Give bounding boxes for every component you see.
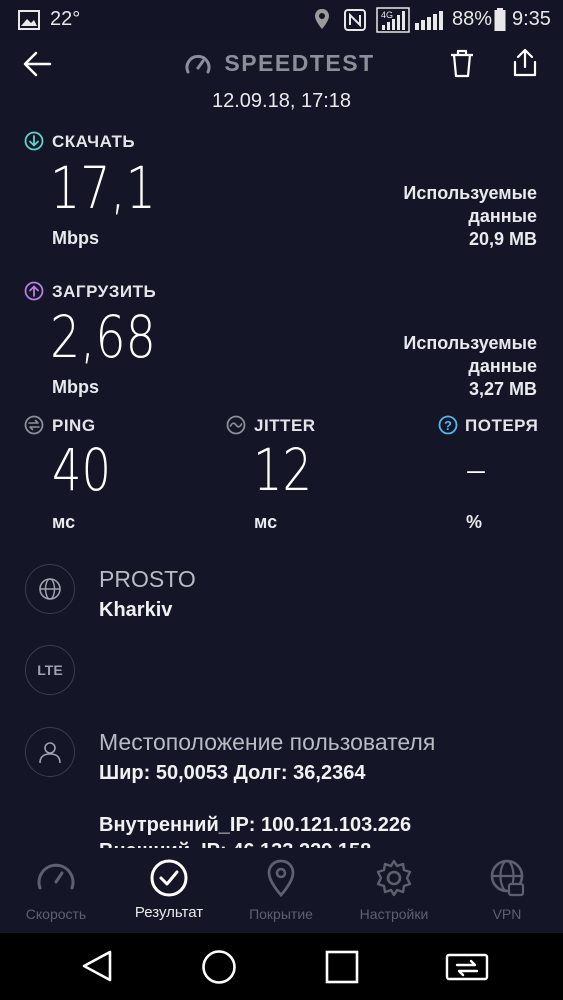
tab-speed[interactable]: Скорость (0, 848, 112, 933)
battery-icon (494, 8, 506, 31)
ping-unit: мс (52, 512, 76, 532)
download-icon (24, 131, 44, 151)
test-datetime: 12.09.18, 17:18 (211, 90, 351, 112)
globe-icon (39, 578, 61, 600)
external-ip-clip: Внешний_IP: 46.133.229.158 (99, 836, 519, 848)
tab-coverage-label: Покрытие (249, 906, 313, 922)
globe-lock-icon (490, 859, 525, 897)
provider-city: Kharkiv (99, 599, 173, 621)
tab-coverage[interactable]: Покрытие (225, 848, 337, 933)
location-coords: Шир: 50,0053 Долг: 36,2364 (99, 762, 366, 784)
jitter-label: JITTER (254, 416, 316, 435)
clock-text: 9:35 (512, 8, 551, 30)
location-icon (315, 9, 329, 29)
ping-value: 40 (52, 436, 112, 504)
nav-back-icon[interactable] (80, 949, 114, 983)
download-label: СКАЧАТЬ (52, 132, 136, 151)
temperature-text: 22° (50, 8, 81, 30)
gauge-icon (37, 863, 75, 890)
connection-type-badge: LTE (25, 645, 75, 695)
gallery-icon (18, 10, 40, 30)
nfc-icon (344, 9, 366, 31)
download-used-data: Используемые данные 20,9 MB (403, 182, 537, 251)
upload-icon (24, 281, 44, 301)
loss-unit: % (466, 512, 483, 532)
signal-icon (415, 11, 443, 30)
user-icon (39, 742, 61, 764)
tab-vpn[interactable]: VPN (451, 848, 563, 933)
battery-percent: 88% (452, 8, 493, 30)
download-used-value: 20,9 MB (468, 229, 537, 249)
connection-type-text: LTE (37, 662, 63, 678)
upload-label: ЗАГРУЗИТЬ (52, 282, 157, 301)
user-location-badge (25, 727, 75, 777)
upload-used-value: 3,27 MB (468, 379, 537, 399)
jitter-unit: мс (254, 512, 278, 532)
provider-globe-badge (25, 564, 75, 614)
trash-icon[interactable] (449, 49, 475, 79)
system-nav-bar (0, 933, 563, 1000)
app-title: SPEEDTEST (224, 50, 375, 76)
loss-value: – (465, 444, 487, 495)
tab-settings-label: Настройки (359, 906, 429, 922)
upload-value: 2,68 (50, 303, 156, 371)
tab-settings[interactable]: Настройки (338, 848, 450, 933)
share-icon[interactable] (511, 48, 539, 78)
upload-used-data: Используемые данные 3,27 MB (403, 332, 537, 401)
tab-speed-label: Скорость (25, 906, 87, 922)
tab-results[interactable]: Результат (113, 848, 225, 933)
bottom-tab-bar: Скорость Результат Покрытие Настройки VP… (0, 848, 563, 933)
ping-icon (24, 415, 44, 435)
check-circle-icon (150, 859, 188, 897)
download-unit: Mbps (52, 228, 99, 248)
internal-ip: Внутренний_IP: 100.121.103.226 (99, 814, 412, 836)
upload-used-label-2: данные (468, 356, 537, 376)
tab-vpn-label: VPN (492, 906, 522, 922)
ping-label: PING (52, 416, 96, 435)
status-bar: 22° 4G 88% 9:35 (0, 0, 563, 40)
nav-recents-icon[interactable] (325, 950, 359, 984)
jitter-value: 12 (253, 436, 313, 504)
upload-unit: Mbps (52, 377, 99, 397)
external-ip: Внешний_IP: 46.133.229.158 (99, 840, 371, 848)
download-used-label: Используемые (403, 183, 537, 203)
help-icon[interactable]: ? (438, 415, 458, 435)
svg-text:?: ? (444, 418, 452, 433)
download-value: 17,1 (50, 154, 156, 222)
map-pin-icon (267, 859, 295, 898)
jitter-icon (226, 415, 246, 435)
download-used-label-2: данные (468, 206, 537, 226)
lte-signal-icon: 4G (376, 7, 410, 33)
location-title: Местоположение пользователя (99, 729, 436, 755)
loss-label: ПОТЕРЯ (465, 416, 539, 435)
gear-icon (376, 859, 412, 897)
upload-used-label: Используемые (403, 333, 537, 353)
tab-results-label: Результат (134, 904, 204, 921)
nav-switch-sim-icon[interactable] (445, 950, 489, 984)
svg-text:4G: 4G (381, 10, 393, 20)
provider-name: PROSTO (99, 566, 196, 592)
nav-home-icon[interactable] (201, 949, 237, 985)
